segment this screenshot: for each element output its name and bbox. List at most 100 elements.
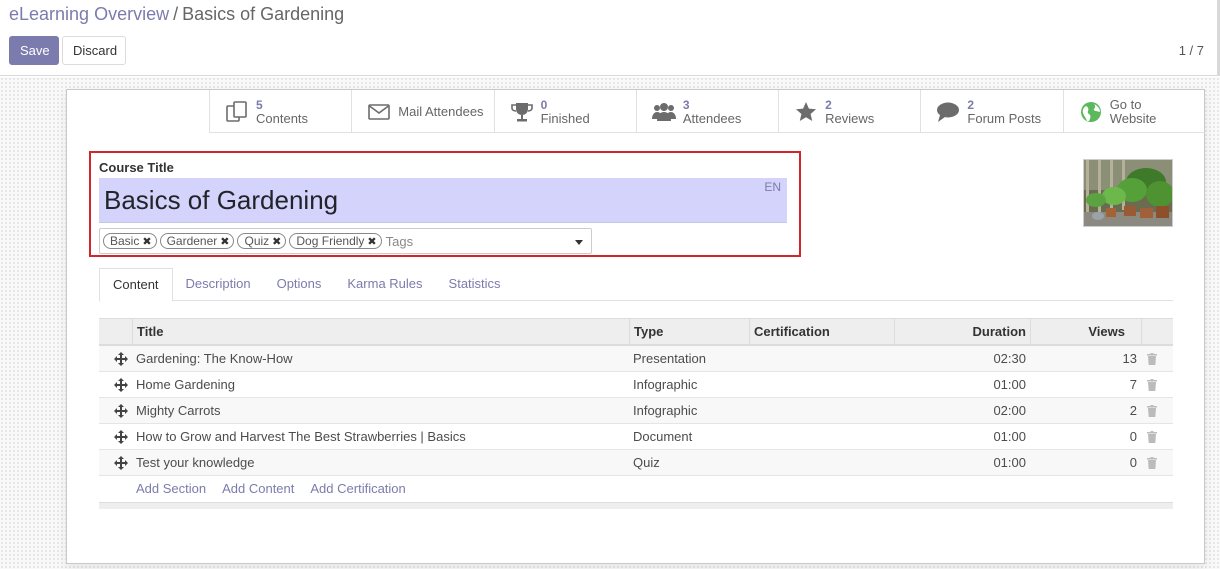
header-views[interactable]: Views: [1030, 319, 1141, 344]
cell-duration: 01:00: [993, 429, 1026, 444]
pager-value[interactable]: 1 / 7: [1179, 43, 1204, 58]
table-row[interactable]: How to Grow and Harvest The Best Strawbe…: [99, 424, 1173, 450]
cell-title: How to Grow and Harvest The Best Strawbe…: [136, 429, 466, 444]
cell-views: 0: [1129, 455, 1137, 470]
remove-tag-icon[interactable]: ✖: [142, 235, 151, 248]
control-panel: eLearning Overview / Basics of Gardening S…: [0, 0, 1220, 76]
translate-lang-button[interactable]: EN: [764, 180, 781, 194]
add-content-link[interactable]: Add Content: [222, 476, 294, 502]
cell-duration: 01:00: [993, 377, 1026, 392]
form-sheet: 5 Contents Mail Attendees 0 Finished 3 Atte…: [66, 89, 1205, 564]
go-to-label-line2: Website: [1109, 110, 1157, 126]
course-title-value: Basics of Gardening: [104, 185, 339, 215]
cell-views: 13: [1122, 351, 1137, 366]
header-delete: [1141, 319, 1173, 344]
tags-input[interactable]: Tags: [386, 234, 413, 249]
table-row[interactable]: Mighty Carrots Infographic 02:00 2: [99, 398, 1173, 424]
tag-chip: Basic ✖: [103, 233, 157, 249]
files-icon: [224, 99, 250, 125]
trophy-icon: [509, 99, 535, 125]
cell-views: 2: [1129, 403, 1137, 418]
breadcrumb-parent-link[interactable]: eLearning Overview: [9, 4, 169, 24]
reviews-count: 2: [825, 97, 832, 112]
remove-tag-icon[interactable]: ✖: [272, 235, 281, 248]
header-handle: [99, 319, 132, 344]
drag-handle-icon[interactable]: [103, 424, 128, 449]
header-type[interactable]: Type: [629, 319, 749, 344]
attendees-label: Attendees: [682, 110, 742, 126]
attendees-count: 3: [682, 97, 690, 112]
discard-button[interactable]: Discard: [62, 36, 126, 65]
tab-options[interactable]: Options: [264, 268, 335, 301]
tag-label: Gardener: [166, 234, 218, 248]
breadcrumb-current: Basics of Gardening: [182, 4, 345, 24]
tab-content[interactable]: Content: [99, 268, 173, 302]
forum-posts-button[interactable]: 2 Forum Posts: [920, 90, 1062, 133]
cell-views: 7: [1129, 377, 1137, 392]
contents-label: Contents: [256, 110, 309, 126]
table-header: Title Type Certification Duration Views: [99, 318, 1173, 346]
contents-count: 5: [256, 97, 263, 112]
mail-attendees-button[interactable]: Mail Attendees: [351, 90, 493, 133]
header-title[interactable]: Title: [132, 319, 629, 344]
content-table: Title Type Certification Duration Views …: [99, 318, 1173, 509]
tags-field[interactable]: Basic ✖ Gardener ✖ Quiz ✖ Dog Friendly ✖ Tag…: [99, 228, 592, 254]
course-image[interactable]: [1083, 159, 1173, 227]
table-row[interactable]: Test your knowledge Quiz 01:00 0: [99, 450, 1173, 476]
add-line-links: Add Section Add Content Add Certificatio…: [99, 476, 1173, 502]
trash-icon[interactable]: [1145, 346, 1169, 371]
star-icon: [793, 99, 819, 125]
cell-duration: 02:00: [993, 403, 1026, 418]
remove-tag-icon[interactable]: ✖: [220, 235, 229, 248]
reviews-button[interactable]: 2 Reviews: [778, 90, 920, 133]
table-row[interactable]: Gardening: The Know-How Presentation 02:…: [99, 346, 1173, 372]
cell-certification: [749, 398, 894, 423]
forum-posts-label: Forum Posts: [967, 110, 1042, 126]
caret-down-icon[interactable]: [575, 240, 583, 245]
finished-button[interactable]: 0 Finished: [493, 90, 636, 133]
tag-chip: Gardener ✖: [159, 233, 235, 249]
button-box: 5 Contents Mail Attendees 0 Finished 3 Atte…: [209, 90, 1205, 133]
tab-description[interactable]: Description: [173, 268, 264, 301]
cell-views: 0: [1129, 429, 1137, 444]
cell-title: Test your knowledge: [136, 455, 255, 470]
tag-chip: Quiz ✖: [237, 233, 287, 249]
cell-type: Presentation: [633, 351, 706, 366]
cell-title: Home Gardening: [136, 377, 235, 392]
drag-handle-icon[interactable]: [103, 450, 128, 475]
course-title-input[interactable]: Basics of Gardening EN: [99, 178, 787, 223]
contents-button[interactable]: 5 Contents: [209, 90, 351, 133]
forum-posts-count: 2: [967, 97, 975, 112]
cell-certification: [749, 346, 894, 371]
table-footer: [99, 502, 1173, 509]
cell-type: Document: [633, 429, 693, 444]
drag-handle-icon[interactable]: [103, 398, 128, 423]
drag-handle-icon[interactable]: [103, 372, 128, 397]
tab-statistics[interactable]: Statistics: [436, 268, 514, 301]
trash-icon[interactable]: [1145, 450, 1169, 475]
cell-duration: 01:00: [993, 455, 1026, 470]
cell-title: Mighty Carrots: [136, 403, 221, 418]
attendees-button[interactable]: 3 Attendees: [635, 90, 778, 133]
globe-icon: [1078, 99, 1104, 125]
trash-icon[interactable]: [1145, 372, 1169, 397]
remove-tag-icon[interactable]: ✖: [367, 235, 376, 248]
trash-icon[interactable]: [1145, 398, 1169, 423]
tag-chip: Dog Friendly ✖: [289, 233, 382, 249]
add-section-link[interactable]: Add Section: [136, 476, 206, 502]
go-to-website-button[interactable]: Go to Website: [1062, 90, 1205, 133]
header-duration[interactable]: Duration: [894, 319, 1030, 344]
course-title-label: Course Title: [99, 160, 174, 175]
tag-label: Dog Friendly: [296, 234, 365, 248]
finished-label: Finished: [540, 110, 590, 126]
tab-karma-rules[interactable]: Karma Rules: [334, 268, 435, 301]
table-row[interactable]: Home Gardening Infographic 01:00 7: [99, 372, 1173, 398]
save-button[interactable]: Save: [9, 36, 59, 65]
trash-icon[interactable]: [1145, 424, 1169, 449]
cell-type: Infographic: [633, 403, 698, 418]
drag-handle-icon[interactable]: [103, 346, 128, 371]
table-body: Gardening: The Know-How Presentation 02:…: [99, 346, 1173, 476]
add-certification-link[interactable]: Add Certification: [310, 476, 405, 502]
header-certification[interactable]: Certification: [749, 319, 894, 344]
go-to-label-line1: Go to: [1109, 96, 1142, 112]
